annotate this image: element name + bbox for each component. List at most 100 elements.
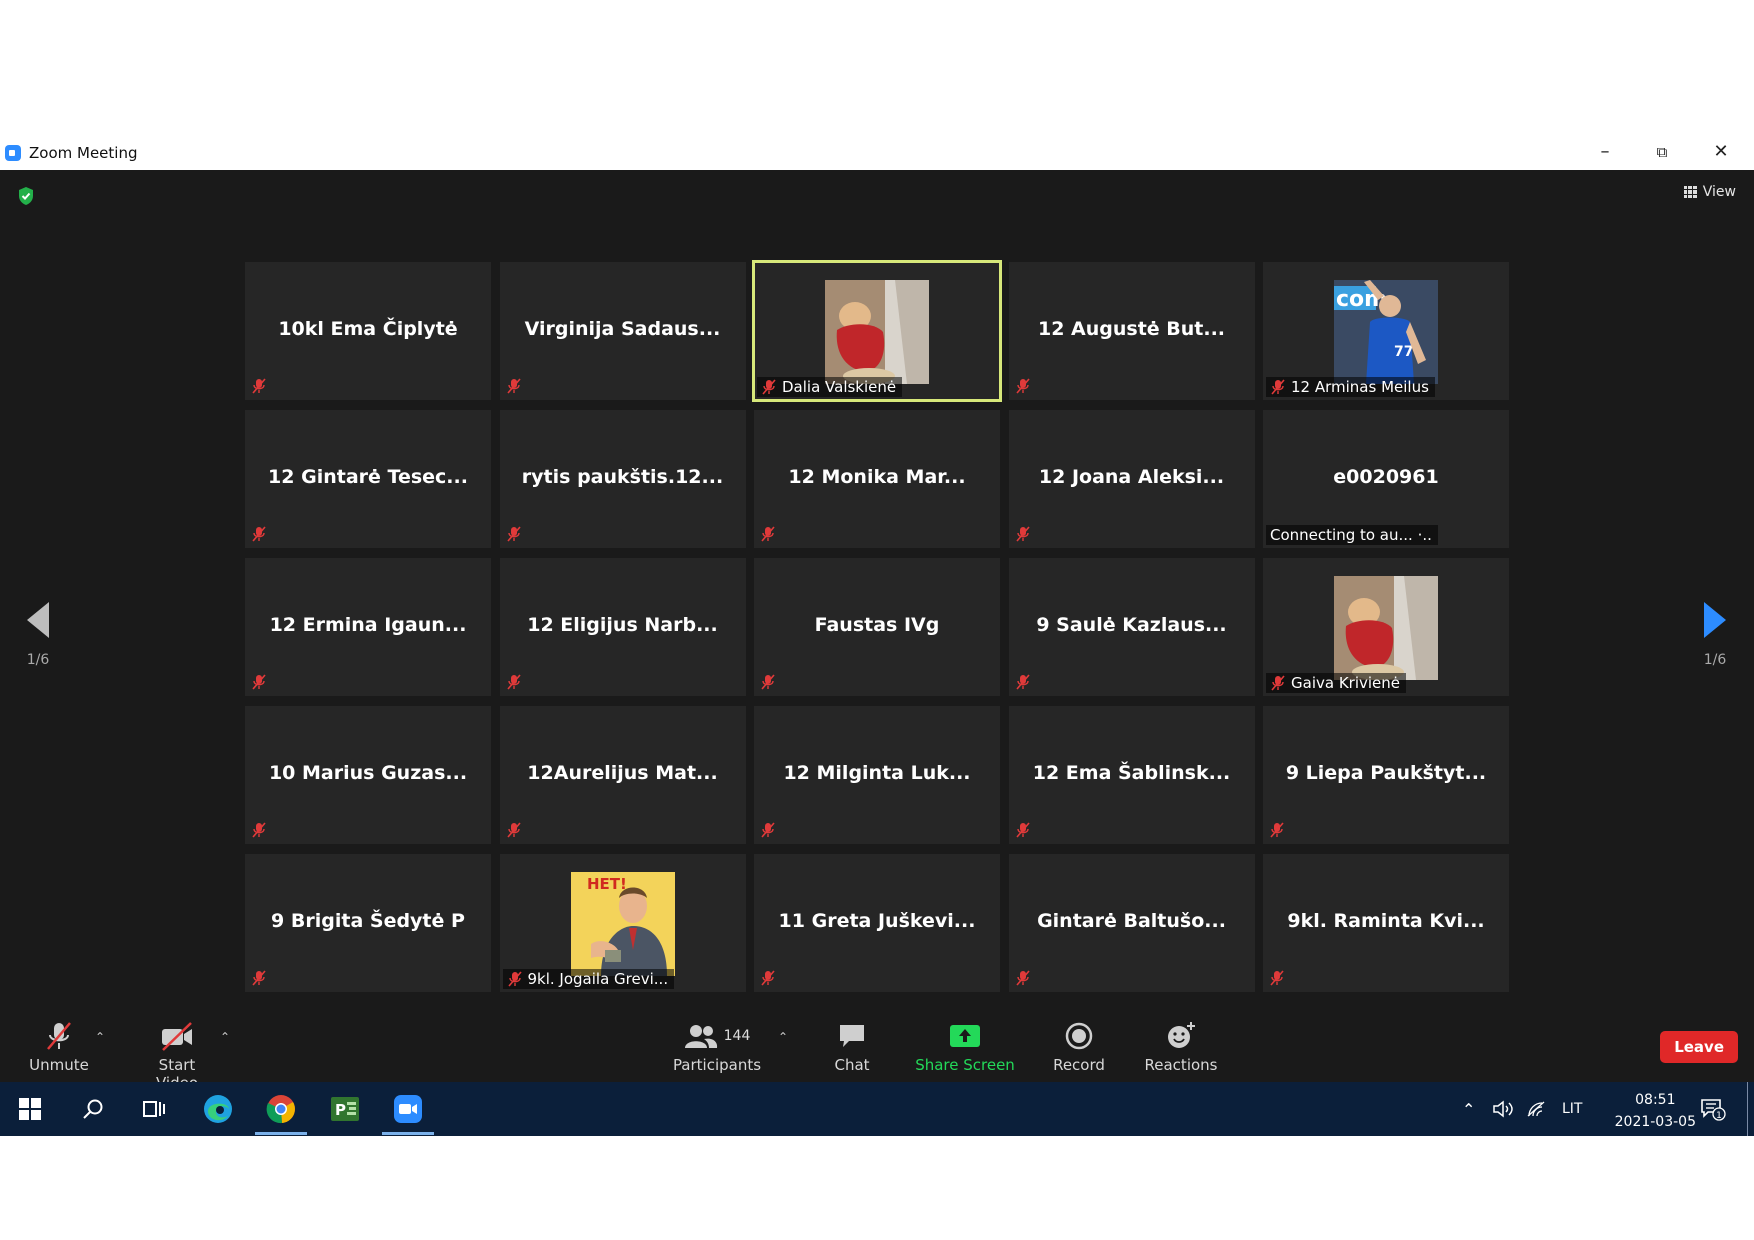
- input-language-indicator[interactable]: LIT: [1562, 1082, 1582, 1136]
- participant-tile[interactable]: Gintarė Baltušo...: [1008, 854, 1255, 992]
- chevron-up-icon: ⌃: [1462, 1099, 1476, 1119]
- edge-browser-icon: [204, 1095, 232, 1123]
- next-page-button[interactable]: 1/6: [1695, 602, 1735, 668]
- chat-icon: [840, 1025, 864, 1047]
- participant-tile[interactable]: com 77 12 Arminas Meilus: [1263, 262, 1509, 400]
- view-label: View: [1702, 184, 1736, 200]
- participant-name: 12 Augustė But...: [1037, 318, 1226, 340]
- video-options-caret-icon[interactable]: ⌃: [220, 1030, 230, 1044]
- participant-tile[interactable]: Virginija Sadaus...: [499, 262, 746, 400]
- audio-options-caret-icon[interactable]: ⌃: [95, 1030, 105, 1044]
- muted-mic-icon: [1269, 970, 1285, 986]
- network-icon[interactable]: [1526, 1082, 1546, 1136]
- close-button[interactable]: ✕: [1708, 141, 1734, 163]
- reactions-label: Reactions: [1144, 1056, 1218, 1074]
- participant-tile[interactable]: 12 Ermina Igaun...: [245, 558, 491, 696]
- participant-tile[interactable]: 12 Ema Šablinsk...: [1008, 706, 1255, 844]
- participant-name: e0020961: [1333, 466, 1439, 488]
- muted-mic-icon: [506, 526, 522, 542]
- participant-tile[interactable]: 10 Marius Guzas...: [245, 706, 491, 844]
- participant-tile[interactable]: 9 Saulė Kazlaus...: [1008, 558, 1255, 696]
- muted-mic-icon: [251, 526, 267, 542]
- unmute-label: Unmute: [29, 1056, 89, 1074]
- participant-tile[interactable]: 12 Milginta Luk...: [754, 706, 1000, 844]
- search-button[interactable]: [73, 1090, 113, 1128]
- participant-tile[interactable]: 12 Eligijus Narb...: [499, 558, 746, 696]
- chrome-browser-icon: [266, 1095, 295, 1124]
- participant-label-name: Dalia Valskienė: [782, 378, 897, 396]
- participant-name: 9kl. Raminta Kvi...: [1287, 910, 1485, 932]
- view-button[interactable]: View: [1683, 184, 1736, 200]
- participant-label-name: Gaiva Krivienė: [1291, 674, 1400, 692]
- muted-mic-icon: [251, 970, 267, 986]
- muted-mic-icon: [506, 378, 522, 394]
- start-button[interactable]: [10, 1090, 50, 1128]
- participant-tile[interactable]: 12 Monika Mar...: [754, 410, 1000, 548]
- unmute-button[interactable]: Unmute: [24, 1020, 94, 1074]
- muted-mic-icon: [761, 379, 777, 395]
- share-screen-button[interactable]: Share Screen: [915, 1020, 1015, 1074]
- participant-label-name: 12 Arminas Meilus: [1291, 378, 1429, 396]
- restore-button[interactable]: ⧉: [1649, 141, 1675, 163]
- task-view-button[interactable]: [134, 1090, 174, 1128]
- chat-button[interactable]: Chat: [822, 1020, 882, 1074]
- participant-tile[interactable]: Dalia Valskienė: [752, 260, 1002, 402]
- show-desktop-button[interactable]: [1747, 1082, 1754, 1136]
- reactions-button[interactable]: Reactions: [1143, 1020, 1219, 1074]
- muted-mic-icon: [760, 970, 776, 986]
- participant-tile[interactable]: 12Aurelijus Mat...: [499, 706, 746, 844]
- participant-tile[interactable]: 10kl Ema Čiplytė: [245, 262, 491, 400]
- participant-label: Gaiva Krivienė: [1266, 673, 1406, 693]
- participant-tile[interactable]: 12 Gintarė Tesec...: [245, 410, 491, 548]
- participant-tile[interactable]: 11 Greta Juškevi...: [754, 854, 1000, 992]
- previous-page-button[interactable]: 1/6: [18, 602, 58, 668]
- muted-mic-icon: [507, 971, 523, 987]
- participant-tile[interactable]: 12 Augustė But...: [1008, 262, 1255, 400]
- participant-tile[interactable]: 9kl. Raminta Kvi...: [1263, 854, 1509, 992]
- muted-mic-icon: [1270, 675, 1286, 691]
- participants-count: 144: [723, 1028, 751, 1044]
- muted-mic-icon: [760, 526, 776, 542]
- participant-tile[interactable]: 9 Liepa Paukštyt...: [1263, 706, 1509, 844]
- volume-icon[interactable]: [1492, 1082, 1514, 1136]
- muted-mic-icon: [1270, 379, 1286, 395]
- participant-label: Dalia Valskienė: [757, 377, 903, 397]
- participants-options-caret-icon[interactable]: ⌃: [778, 1030, 788, 1044]
- video-off-icon: [162, 1022, 192, 1051]
- participant-tile[interactable]: Faustas IVg: [754, 558, 1000, 696]
- record-button[interactable]: Record: [1048, 1020, 1110, 1074]
- minimize-button[interactable]: –: [1592, 141, 1618, 163]
- system-clock[interactable]: 08:51 2021-03-05: [1615, 1089, 1696, 1133]
- zoom-app-button[interactable]: [382, 1090, 434, 1135]
- participant-tile[interactable]: HET! 9kl. Jogaila Grevi...: [499, 854, 746, 992]
- participant-tile[interactable]: 12 Joana Aleksi...: [1008, 410, 1255, 548]
- participants-label: Participants: [672, 1056, 762, 1074]
- muted-mic-icon: [251, 378, 267, 394]
- show-hidden-icons-button[interactable]: ⌃: [1462, 1082, 1475, 1136]
- participant-tile[interactable]: rytis paukštis.12...: [499, 410, 746, 548]
- chrome-browser-button[interactable]: [255, 1090, 307, 1135]
- project-app-button[interactable]: P: [325, 1090, 365, 1128]
- clock-time: 08:51: [1635, 1092, 1676, 1108]
- edge-browser-button[interactable]: [198, 1090, 238, 1128]
- leave-button[interactable]: Leave: [1660, 1031, 1738, 1063]
- muted-mic-icon: [251, 822, 267, 838]
- microphone-muted-icon: [47, 1022, 71, 1050]
- action-center-button[interactable]: 1: [1700, 1082, 1726, 1136]
- page-indicator-left: 1/6: [26, 652, 50, 668]
- participant-label: 9kl. Jogaila Grevi...: [502, 969, 675, 989]
- participants-button[interactable]: 144 Participants: [672, 1020, 762, 1074]
- participant-name: 12 Monika Mar...: [788, 466, 966, 488]
- arrow-left-icon: [27, 602, 49, 638]
- participant-name: 12Aurelijus Mat...: [527, 762, 718, 784]
- participant-tile[interactable]: 9 Brigita Šedytė P: [245, 854, 491, 992]
- chat-label: Chat: [834, 1056, 870, 1074]
- participant-name: Faustas IVg: [814, 614, 940, 636]
- security-shield-icon[interactable]: [17, 186, 35, 206]
- participant-tile[interactable]: e0020961 Connecting to au... ·..: [1263, 410, 1509, 548]
- windows-logo-icon: [19, 1098, 41, 1120]
- zoom-taskbar-icon: [394, 1095, 422, 1123]
- muted-mic-icon: [1015, 674, 1031, 690]
- participant-tile[interactable]: Gaiva Krivienė: [1263, 558, 1509, 696]
- participant-label-name: 9kl. Jogaila Grevi...: [527, 970, 669, 988]
